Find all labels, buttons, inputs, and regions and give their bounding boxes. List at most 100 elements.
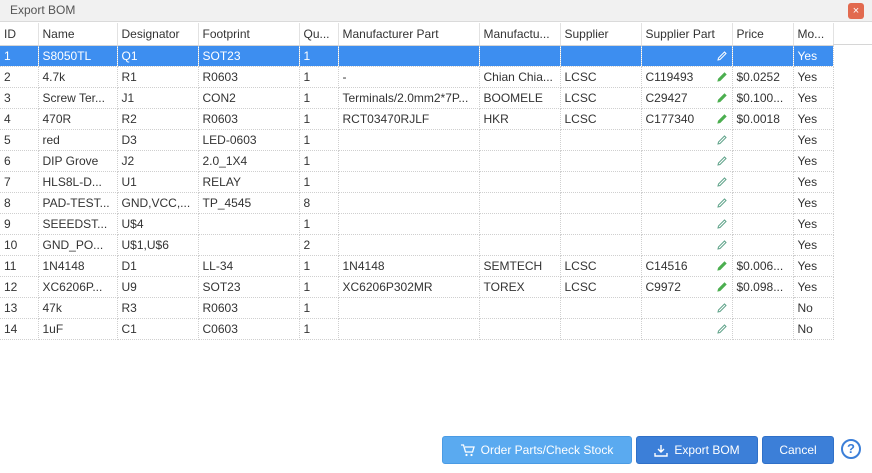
manufacturer-part-cell (338, 150, 480, 172)
table-row[interactable]: 5 red D3 LED-0603 1 Yes (0, 129, 834, 151)
footprint-cell: 2.0_1X4 (198, 150, 300, 172)
id-cell: 14 (0, 318, 39, 340)
table-row[interactable]: 13 47k R3 R0603 1 No (0, 297, 834, 319)
column-header[interactable]: Name (38, 23, 118, 46)
footprint-cell (198, 234, 300, 256)
edit-pencil-icon[interactable] (716, 260, 728, 272)
id-cell: 11 (0, 255, 39, 277)
supplier-part-text: C177340 (645, 111, 695, 126)
edit-pencil-icon[interactable] (716, 323, 728, 335)
table-row[interactable]: 3 Screw Ter... J1 CON2 1 Terminals/2.0mm2*7P.… (0, 87, 834, 109)
quantity-cell: 1 (299, 318, 339, 340)
column-header[interactable]: Designator (117, 23, 199, 46)
price-cell (732, 192, 794, 214)
mo-cell: Yes (793, 276, 834, 298)
edit-pencil-icon[interactable] (716, 134, 728, 146)
table-row[interactable]: 6 DIP Grove J2 2.0_1X4 1 Yes (0, 150, 834, 172)
table-row[interactable]: 12 XC6206P... U9 SOT23 1 XC6206P302MR TOREX LCS… (0, 276, 834, 298)
supplier-cell (560, 234, 642, 256)
table-row[interactable]: 4 470R R2 R0603 1 RCT03470RJLF HKR LCSC C177340 $… (0, 108, 834, 130)
table-row[interactable]: 2 4.7k R1 R0603 1- Chian Chia... LCSC C119493 $0… (0, 66, 834, 88)
id-cell: 6 (0, 150, 39, 172)
supplier-part-cell (641, 150, 733, 172)
id-cell: 1 (0, 45, 39, 67)
manufacturer-cell (479, 234, 561, 256)
table-row[interactable]: 1 S8050TL Q1 SOT23 1 Yes (0, 45, 834, 67)
order-parts-button[interactable]: Order Parts/Check Stock (442, 436, 632, 464)
manufacturer-part-cell (338, 213, 480, 235)
price-cell (732, 297, 794, 319)
price-cell: $0.0018 (732, 108, 794, 130)
column-header[interactable]: Footprint (198, 23, 300, 46)
table-row[interactable]: 11 1N4148 D1 LL-34 1 1N4148 SEMTECH LCSC C14516 $… (0, 255, 834, 277)
table-row[interactable]: 8 PAD-TEST... GND,VCC,... TP_4545 8 Yes (0, 192, 834, 214)
close-button[interactable]: × (848, 3, 864, 19)
manufacturer-part-cell (338, 45, 480, 67)
edit-pencil-icon[interactable] (716, 239, 728, 251)
mo-cell: Yes (793, 213, 834, 235)
supplier-cell: LCSC (560, 108, 642, 130)
mo-cell: Yes (793, 108, 834, 130)
footprint-cell: R0603 (198, 108, 300, 130)
column-header[interactable]: Qu... (299, 23, 339, 46)
mo-cell: Yes (793, 87, 834, 109)
column-header[interactable]: Manufactu... (479, 23, 561, 46)
cancel-button[interactable]: Cancel (762, 436, 834, 464)
help-icon[interactable]: ? (841, 439, 861, 459)
table-header-row: ID Name Designator Footprint Qu... Manufactur… (0, 23, 834, 46)
edit-pencil-icon[interactable] (716, 281, 728, 293)
edit-pencil-icon[interactable] (716, 71, 728, 83)
price-cell: $0.0252 (732, 66, 794, 88)
edit-pencil-icon[interactable] (716, 92, 728, 104)
table-row[interactable]: 9 SEEEDST... U$4 1 Yes (0, 213, 834, 235)
column-header[interactable]: Supplier (560, 23, 642, 46)
designator-cell: Q1 (117, 45, 199, 67)
designator-cell: GND,VCC,... (117, 192, 199, 214)
price-cell: $0.006... (732, 255, 794, 277)
supplier-part-text: C9972 (645, 279, 681, 294)
mo-cell: Yes (793, 150, 834, 172)
name-cell: 47k (38, 297, 118, 319)
mo-cell: Yes (793, 234, 834, 256)
quantity-cell: 2 (299, 234, 339, 256)
column-header[interactable]: Price (732, 23, 794, 46)
column-header[interactable]: ID (0, 23, 39, 46)
quantity-cell: 8 (299, 192, 339, 214)
manufacturer-part-cell: 1N4148 (338, 255, 480, 277)
manufacturer-cell (479, 171, 561, 193)
edit-pencil-icon[interactable] (716, 302, 728, 314)
column-header[interactable]: Mo... (793, 23, 834, 46)
edit-pencil-icon[interactable] (716, 197, 728, 209)
name-cell: 1N4148 (38, 255, 118, 277)
price-cell (732, 234, 794, 256)
table-row[interactable]: 10 GND_PO... U$1,U$6 2 Yes (0, 234, 834, 256)
price-cell (732, 171, 794, 193)
edit-pencil-icon[interactable] (716, 176, 728, 188)
id-cell: 3 (0, 87, 39, 109)
manufacturer-cell (479, 129, 561, 151)
id-cell: 7 (0, 171, 39, 193)
column-header[interactable]: Manufacturer Part (338, 23, 480, 46)
footprint-cell: R0603 (198, 297, 300, 319)
edit-pencil-icon[interactable] (716, 50, 728, 62)
column-header[interactable]: Supplier Part (641, 23, 733, 46)
id-cell: 9 (0, 213, 39, 235)
edit-pencil-icon[interactable] (716, 155, 728, 167)
supplier-part-cell (641, 129, 733, 151)
designator-cell: D3 (117, 129, 199, 151)
designator-cell: R3 (117, 297, 199, 319)
price-cell: $0.100... (732, 87, 794, 109)
edit-pencil-icon[interactable] (716, 218, 728, 230)
supplier-part-cell (641, 234, 733, 256)
supplier-cell (560, 171, 642, 193)
edit-pencil-icon[interactable] (716, 113, 728, 125)
table-row[interactable]: 7 HLS8L-D... U1 RELAY 1 Yes (0, 171, 834, 193)
footprint-cell (198, 213, 300, 235)
table-row[interactable]: 14 1uF C1 C0603 1 No (0, 318, 834, 340)
manufacturer-cell: HKR (479, 108, 561, 130)
manufacturer-part-cell (338, 129, 480, 151)
quantity-cell: 1 (299, 276, 339, 298)
export-bom-button[interactable]: Export BOM (636, 436, 758, 464)
designator-cell: D1 (117, 255, 199, 277)
manufacturer-part-cell (338, 234, 480, 256)
